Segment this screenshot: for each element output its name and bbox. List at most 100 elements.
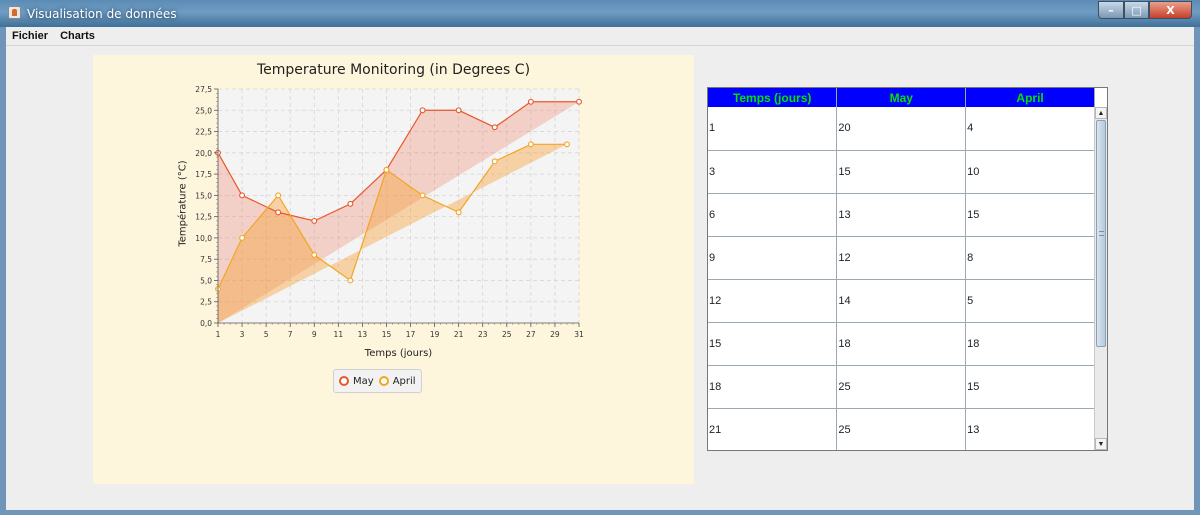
y-tick-label: 0,0 (200, 319, 212, 328)
x-tick-label: 23 (478, 330, 488, 339)
table-row[interactable]: 9 12 8 (708, 236, 1095, 280)
table-cell[interactable]: 14 (836, 279, 967, 323)
x-tick-label: 15 (382, 330, 392, 339)
data-point-may (491, 124, 498, 131)
table-cell[interactable]: 15 (965, 365, 1095, 409)
window-controls: – □ X (1098, 1, 1192, 19)
x-tick-label: 13 (358, 330, 368, 339)
window-frame-bottom (0, 510, 1200, 515)
data-point-may (527, 98, 534, 105)
y-tick-label: 20,0 (195, 149, 212, 158)
minimize-button[interactable]: – (1098, 1, 1124, 19)
x-axis-label: Temps (jours) (364, 348, 433, 359)
table-row[interactable]: 15 18 18 (708, 322, 1095, 366)
table-cell[interactable]: 5 (965, 279, 1095, 323)
table-cell[interactable]: 21 (708, 408, 838, 450)
table-row[interactable]: 21 25 13 (708, 408, 1095, 450)
window-frame-left (0, 27, 6, 515)
y-tick-label: 2,5 (200, 298, 212, 307)
table-cell[interactable]: 18 (836, 322, 967, 366)
table-cell[interactable]: 18 (965, 322, 1095, 366)
table-cell[interactable]: 12 (836, 236, 967, 280)
title-bar[interactable]: Visualisation de données – □ X (0, 0, 1200, 27)
close-button[interactable]: X (1149, 1, 1192, 19)
legend-item-may[interactable]: May (339, 376, 374, 387)
x-tick-label: 31 (574, 330, 584, 339)
data-table: Temps (jours) May April 1 20 4 3 15 10 6 13 15… (708, 88, 1095, 450)
x-tick-label: 25 (502, 330, 512, 339)
table-cell[interactable]: 25 (836, 408, 967, 450)
x-tick-label: 21 (454, 330, 464, 339)
data-point-may (419, 107, 426, 114)
x-tick-label: 7 (288, 330, 293, 339)
x-tick-label: 9 (312, 330, 317, 339)
scroll-thumb[interactable] (1096, 120, 1106, 347)
table-cell[interactable]: 9 (708, 236, 838, 280)
table-row[interactable]: 1 20 4 (708, 107, 1095, 151)
menu-fichier[interactable]: Fichier (6, 30, 54, 42)
table-cell[interactable]: 10 (965, 150, 1095, 194)
data-point-april (491, 158, 498, 165)
y-tick-label: 12,5 (195, 213, 212, 222)
table-cell[interactable]: 20 (836, 107, 967, 151)
data-point-april (419, 192, 426, 199)
table-cell[interactable]: 12 (708, 279, 838, 323)
area-chart: 0,0 2,5 5,0 7,5 10,0 12,5 15,0 17,5 20,0 22,5 25,0… (195, 85, 584, 339)
column-header-may[interactable]: May (836, 88, 967, 107)
data-point-april (347, 277, 354, 284)
data-point-may (455, 107, 462, 114)
table-cell[interactable]: 15 (836, 150, 967, 194)
y-tick-label: 27,5 (195, 85, 212, 94)
scroll-down-arrow-icon[interactable]: ▼ (1095, 438, 1107, 450)
table-row[interactable]: 6 13 15 (708, 193, 1095, 237)
window-frame-right (1194, 27, 1200, 515)
data-point-april (564, 141, 570, 148)
table-row[interactable]: 3 15 10 (708, 150, 1095, 194)
column-header-april[interactable]: April (965, 88, 1095, 107)
table-cell[interactable]: 18 (708, 365, 838, 409)
table-cell[interactable]: 6 (708, 193, 838, 237)
maximize-button[interactable]: □ (1124, 1, 1149, 19)
menu-bar: Fichier Charts (6, 27, 1194, 45)
data-point-may (576, 98, 582, 105)
legend-item-april[interactable]: April (378, 376, 416, 387)
table-cell[interactable]: 15 (708, 322, 838, 366)
data-point-april (527, 141, 534, 148)
vertical-scrollbar[interactable]: ▲ ▼ (1094, 107, 1107, 450)
y-axis-label: Température (°C) (177, 160, 189, 247)
data-point-may (347, 200, 354, 207)
chart-panel: 0,0 2,5 5,0 7,5 10,0 12,5 15,0 17,5 20,0 22,5 25,0… (93, 55, 694, 484)
menu-separator (6, 45, 1194, 46)
legend-label-may: May (353, 375, 374, 387)
y-tick-label: 15,0 (195, 191, 212, 200)
menu-charts[interactable]: Charts (54, 30, 101, 42)
x-tick-label: 11 (334, 330, 344, 339)
data-point-april (239, 234, 246, 241)
data-point-april (383, 166, 390, 173)
y-tick-label: 10,0 (195, 234, 212, 243)
application-window: Visualisation de données – □ X Fichier C… (0, 0, 1200, 515)
legend-marker-april (378, 376, 389, 386)
data-table-scrollpane: Temps (jours) May April 1 20 4 3 15 10 6 13 15… (707, 87, 1108, 451)
data-point-april (455, 209, 462, 216)
table-cell[interactable]: 13 (965, 408, 1095, 450)
table-cell[interactable]: 13 (836, 193, 967, 237)
table-cell[interactable]: 25 (836, 365, 967, 409)
y-tick-label: 22,5 (195, 128, 212, 137)
table-cell[interactable]: 1 (708, 107, 838, 151)
table-row[interactable]: 18 25 15 (708, 365, 1095, 409)
table-cell[interactable]: 3 (708, 150, 838, 194)
x-tick-label: 1 (216, 330, 221, 339)
x-tick-label: 27 (526, 330, 536, 339)
x-tick-label: 29 (550, 330, 560, 339)
chart-legend: May April (333, 369, 422, 393)
table-row[interactable]: 12 14 5 (708, 279, 1095, 323)
y-tick-label: 25,0 (195, 106, 212, 115)
y-tick-label: 5,0 (200, 276, 212, 285)
table-cell[interactable]: 15 (965, 193, 1095, 237)
column-header-temps[interactable]: Temps (jours) (708, 88, 838, 107)
scroll-up-arrow-icon[interactable]: ▲ (1095, 107, 1107, 119)
java-app-icon[interactable] (8, 6, 21, 19)
table-cell[interactable]: 4 (965, 107, 1095, 151)
table-cell[interactable]: 8 (965, 236, 1095, 280)
